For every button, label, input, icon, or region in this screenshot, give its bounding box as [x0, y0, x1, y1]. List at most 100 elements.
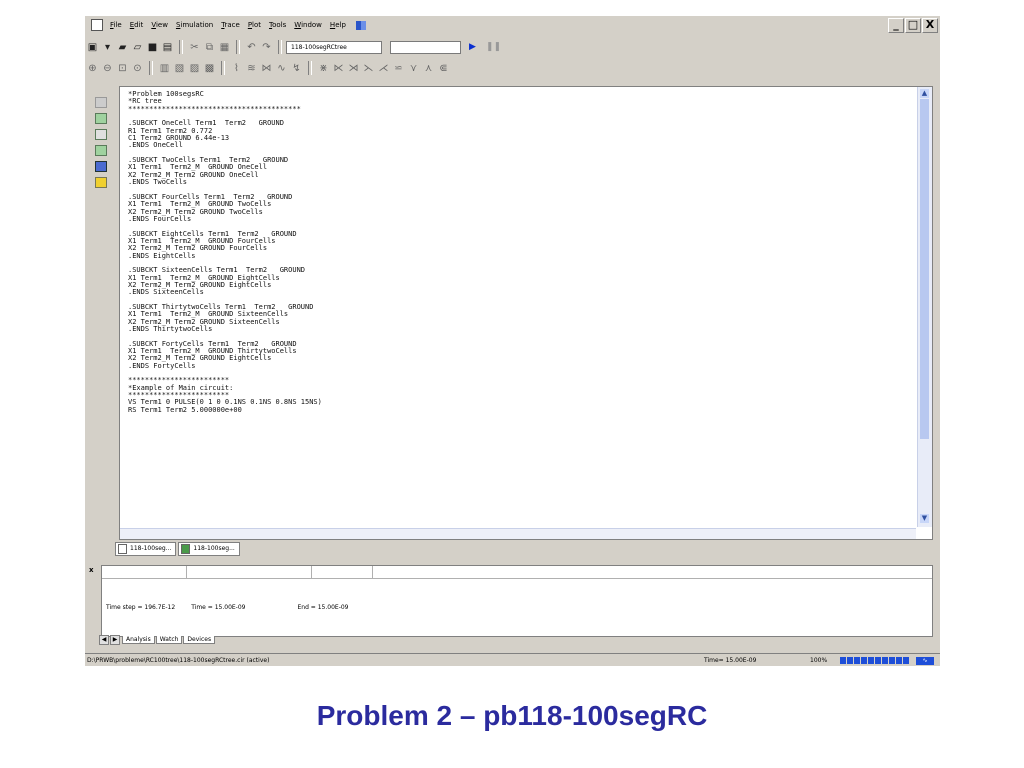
- add-trace-icon[interactable]: ⌇: [231, 63, 242, 74]
- cursor-point-icon[interactable]: ⋍: [393, 63, 404, 74]
- close-button[interactable]: X: [922, 18, 938, 33]
- panel-header: [102, 566, 932, 579]
- toolbar-separator: [221, 61, 225, 75]
- simulation-times: Time step = 196.7E-12 Time = 15.00E-09 E…: [106, 604, 916, 611]
- horizontal-scrollbar[interactable]: [120, 528, 916, 539]
- profile-select[interactable]: [390, 40, 461, 54]
- next-transition-icon[interactable]: ⋏: [423, 63, 434, 74]
- cursor-min-icon[interactable]: ⋋: [363, 63, 374, 74]
- scroll-down-icon[interactable]: ▼: [920, 514, 929, 523]
- paste-icon[interactable]: ▦: [219, 42, 230, 53]
- toolbar-separator: [236, 40, 240, 54]
- toolbar-separator: [179, 40, 183, 54]
- waveform-icon: ∿: [916, 656, 934, 665]
- new-dropdown-icon[interactable]: ▾: [102, 42, 113, 53]
- end-time-text: End = 15.00E-09: [297, 604, 349, 611]
- mark-label-icon[interactable]: ⋈: [261, 63, 272, 74]
- scroll-thumb[interactable]: [920, 99, 929, 439]
- cursor-trough-icon[interactable]: ⋉: [333, 63, 344, 74]
- print-icon[interactable]: ▤: [162, 42, 173, 53]
- zoom-out-icon[interactable]: ⊖: [102, 63, 113, 74]
- cursor-slope-icon[interactable]: ⋊: [348, 63, 359, 74]
- menu-bar: File Edit View Simulation Trace Plot Too…: [85, 16, 940, 34]
- status-zoom: 100%: [810, 657, 828, 664]
- pause-icon[interactable]: ❚❚: [486, 42, 501, 52]
- cursor-peak-icon[interactable]: ⋇: [318, 63, 329, 74]
- vertical-scrollbar[interactable]: ▲ ▼: [917, 87, 932, 527]
- zoom-area-icon[interactable]: ⊡: [117, 63, 128, 74]
- save-icon[interactable]: ■: [147, 42, 158, 53]
- standard-toolbar: ▣ ▾ ▰ ▱ ■ ▤ ✂ ⧉ ▦ ↶ ↷ 118-100segRCtree ▶…: [85, 37, 940, 57]
- zoom-fit-icon[interactable]: ⊙: [132, 63, 143, 74]
- zoom-in-icon[interactable]: ⊕: [87, 63, 98, 74]
- help-grid-icon[interactable]: [355, 20, 366, 30]
- open-recent-icon[interactable]: ▱: [132, 42, 143, 53]
- code-area[interactable]: *Problem 100segsRC *RC tree ************…: [120, 87, 916, 529]
- toggle-cursor-icon[interactable]: ▨: [189, 63, 200, 74]
- tab-scroll-left-icon[interactable]: ◀: [99, 635, 109, 645]
- document-icon[interactable]: [91, 19, 103, 31]
- redo-icon[interactable]: ↷: [261, 42, 272, 53]
- netlist-editor[interactable]: *Problem 100segsRC *RC tree ************…: [119, 86, 933, 540]
- eval-goal-icon[interactable]: ≋: [246, 63, 257, 74]
- window-controls: _ □ X: [887, 18, 938, 33]
- panel-header-cell: [102, 566, 187, 578]
- doc-tab-label: 118-100seg...: [193, 545, 235, 552]
- doc-tab-label: 118-100seg...: [130, 545, 172, 552]
- scroll-up-icon[interactable]: ▲: [920, 89, 929, 98]
- menu-file[interactable]: File: [106, 21, 126, 29]
- panel-header-cell: [187, 566, 312, 578]
- toolbar-separator: [149, 61, 153, 75]
- status-time: Time= 15.00E-09: [704, 657, 757, 664]
- netlist-icon[interactable]: [95, 129, 107, 140]
- cut-icon[interactable]: ✂: [189, 42, 200, 53]
- panel-close-button[interactable]: x: [89, 566, 94, 574]
- circle-icon[interactable]: [95, 97, 107, 108]
- toolbar-separator: [308, 61, 312, 75]
- menu-view[interactable]: View: [147, 21, 172, 29]
- file-select[interactable]: 118-100segRCtree: [286, 40, 382, 54]
- status-file-path: D:\PRWB\probleme\RC100tree\118-100segRCt…: [87, 657, 270, 664]
- text-label-icon[interactable]: ∿: [276, 63, 287, 74]
- library-icon[interactable]: [95, 177, 107, 188]
- previous-transition-icon[interactable]: ⋐: [438, 63, 449, 74]
- slide-caption: Problem 2 – pb118-100segRC: [316, 700, 708, 731]
- axis-settings-icon[interactable]: ▥: [159, 63, 170, 74]
- tab-devices[interactable]: Devices: [183, 636, 216, 644]
- cursor-search-icon[interactable]: ⋎: [408, 63, 419, 74]
- left-icon-strip: [91, 92, 111, 192]
- doc-tab-probe[interactable]: 118-100seg...: [178, 542, 240, 556]
- maximize-button[interactable]: □: [905, 18, 921, 33]
- menu-edit[interactable]: Edit: [126, 21, 148, 29]
- tab-watch[interactable]: Watch: [155, 636, 183, 644]
- add-plot-icon[interactable]: ▧: [174, 63, 185, 74]
- menu-simulation[interactable]: Simulation: [172, 21, 217, 29]
- menu-help[interactable]: Help: [326, 21, 350, 29]
- probe-file-icon: [181, 544, 191, 554]
- panel-tabs: ◀ ▶ Analysis Watch Devices: [99, 634, 216, 646]
- open-folder-icon[interactable]: ▰: [117, 42, 128, 53]
- fft-icon[interactable]: ▩: [204, 63, 215, 74]
- copy-icon[interactable]: ⧉: [204, 42, 215, 53]
- menu-trace[interactable]: Trace: [217, 21, 244, 29]
- undo-icon[interactable]: ↶: [246, 42, 257, 53]
- schematic-icon[interactable]: [95, 113, 107, 124]
- netlist-text[interactable]: *Problem 100segsRC *RC tree ************…: [120, 87, 916, 418]
- panel-header-cell: [312, 566, 373, 578]
- menu-plot[interactable]: Plot: [244, 21, 265, 29]
- arrow-label-icon[interactable]: ↯: [291, 63, 302, 74]
- menu-window[interactable]: Window: [290, 21, 326, 29]
- run-icon[interactable]: ▶: [469, 42, 476, 52]
- simulation-status-panel: Time step = 196.7E-12 Time = 15.00E-09 E…: [101, 565, 933, 637]
- menu-tools[interactable]: Tools: [265, 21, 290, 29]
- part-icon[interactable]: [95, 145, 107, 156]
- cursor-max-icon[interactable]: ⋌: [378, 63, 389, 74]
- minimize-button[interactable]: _: [888, 18, 904, 33]
- tab-scroll-right-icon[interactable]: ▶: [110, 635, 120, 645]
- tab-analysis[interactable]: Analysis: [122, 636, 155, 644]
- time-text: Time = 15.00E-09: [191, 604, 246, 611]
- new-file-icon[interactable]: ▣: [87, 42, 98, 53]
- probe-toolbar: ⊕ ⊖ ⊡ ⊙ ▥ ▧ ▨ ▩ ⌇ ≋ ⋈ ∿ ↯ ⋇ ⋉ ⋊ ⋋ ⋌ ⋍ ⋎ …: [85, 58, 940, 78]
- output-icon[interactable]: [95, 161, 107, 172]
- doc-tab-netlist[interactable]: 118-100seg...: [115, 542, 177, 556]
